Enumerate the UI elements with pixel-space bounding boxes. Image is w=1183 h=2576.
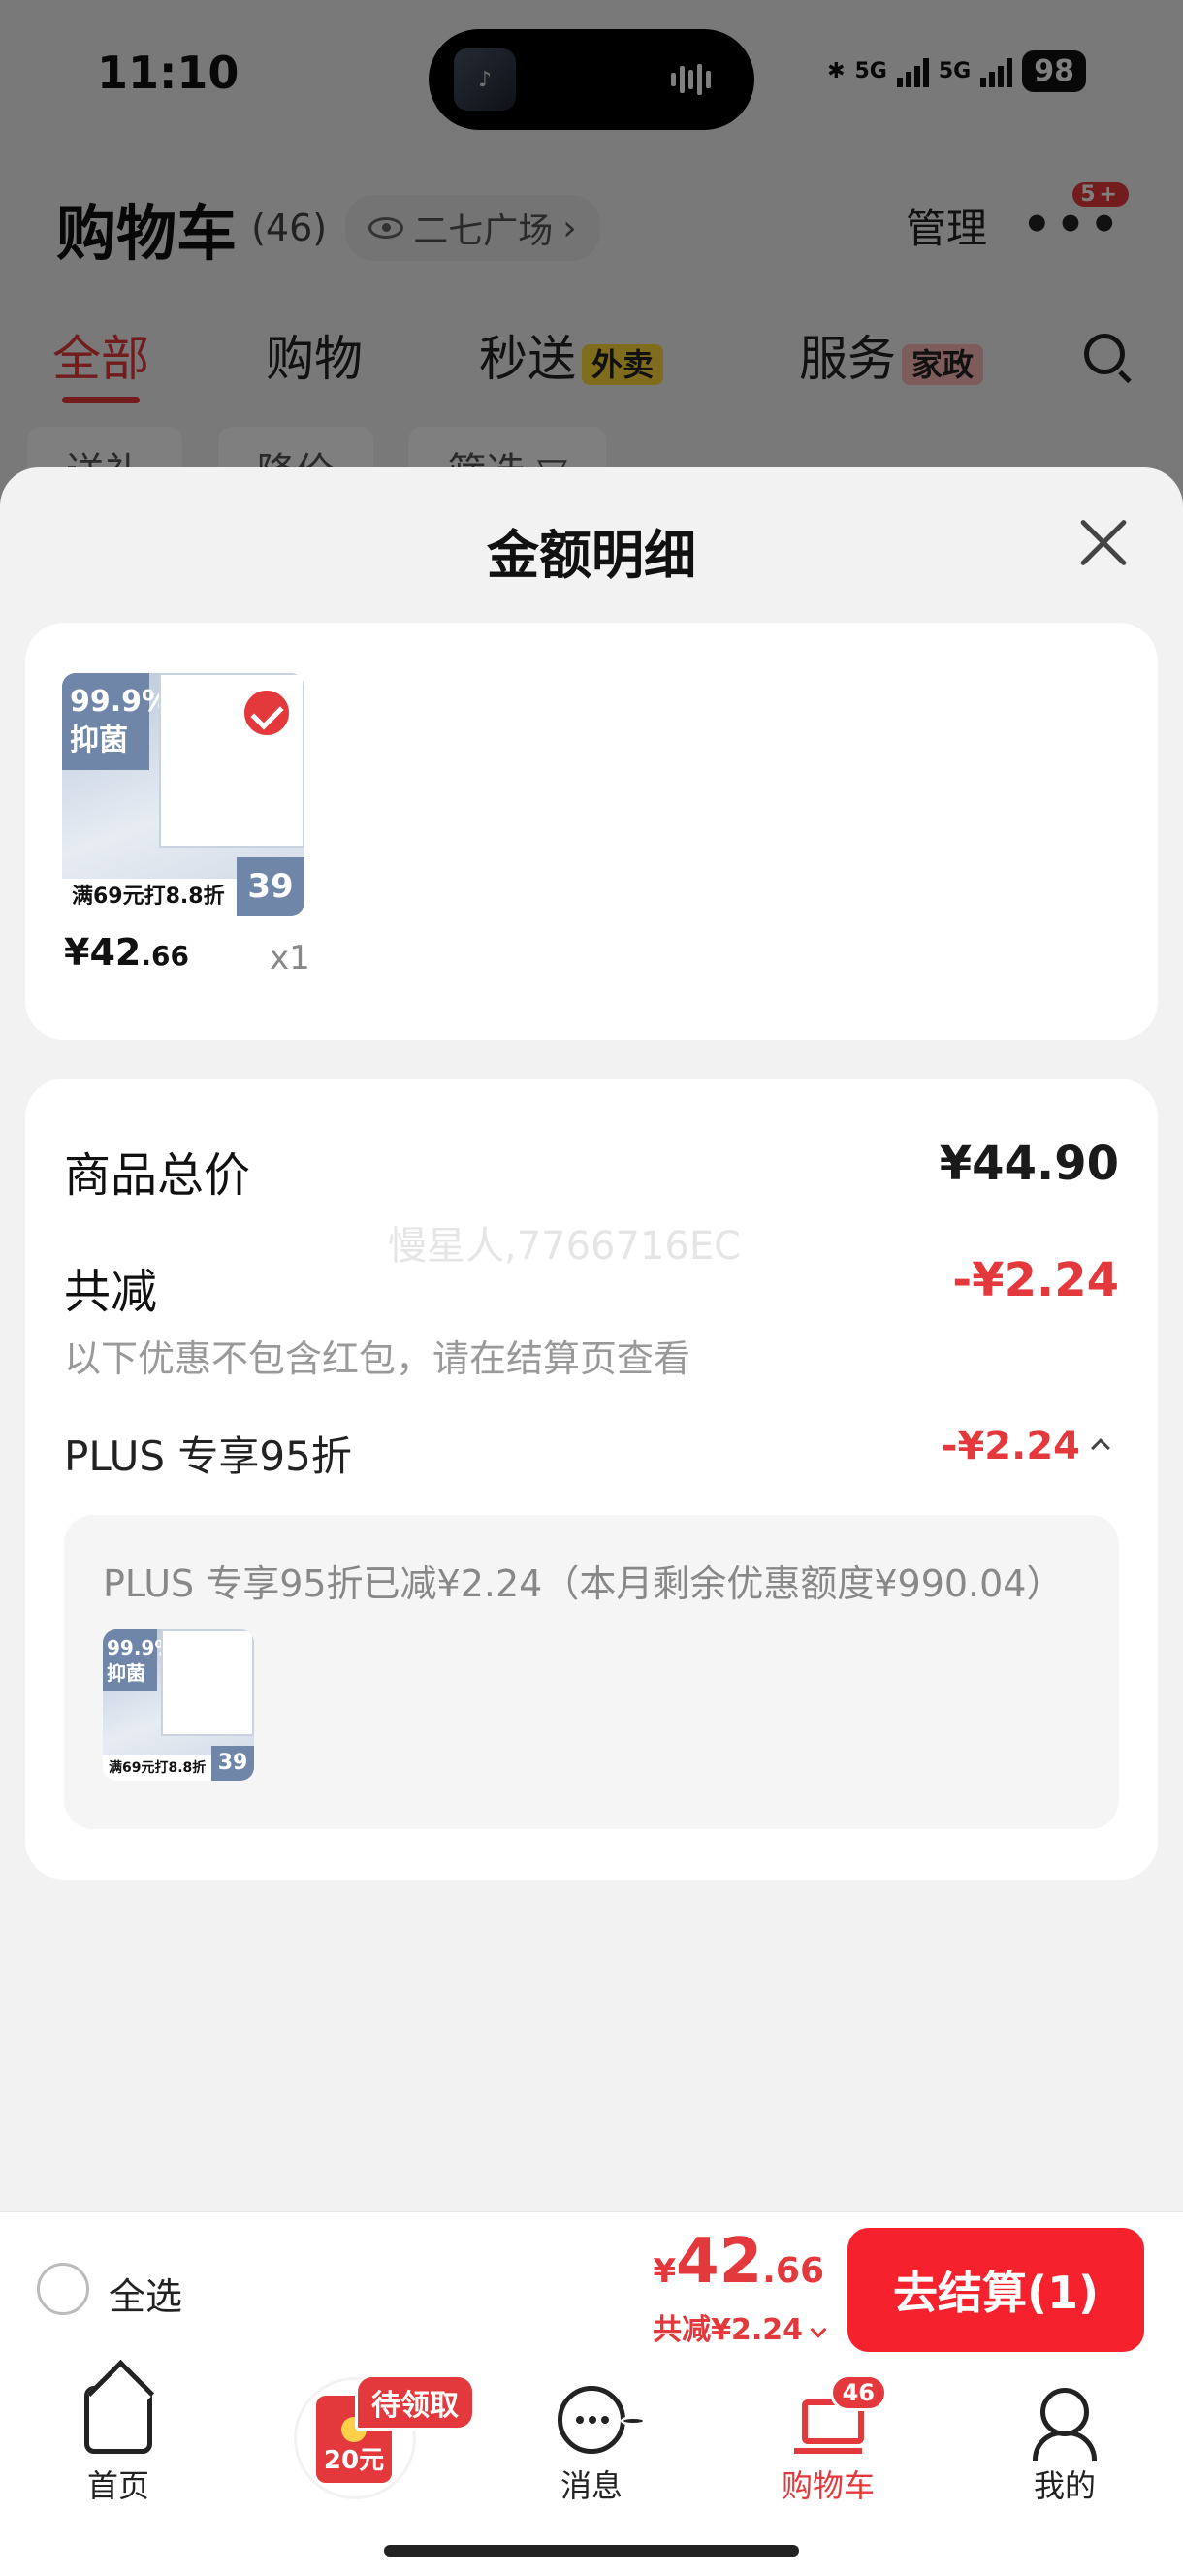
item-card: 99.9% 抑菌 满69元打8.8折 39 ¥42.66 x1 [25, 623, 1158, 1040]
plus-discount-label: PLUS 专享95折 [64, 1433, 352, 1480]
profile-icon [1031, 2386, 1099, 2461]
watermark: 慢星人,7766716EC [388, 1224, 742, 1269]
total-decimal: .66 [762, 2251, 824, 2291]
select-all-radio[interactable] [37, 2263, 89, 2315]
total-label: 商品总价 [64, 1148, 251, 1203]
modal-backdrop[interactable] [0, 0, 1183, 504]
chevron-up-icon [1091, 1438, 1110, 1458]
nav-home[interactable]: 首页 [41, 2386, 196, 2506]
product-price-tag: 39 [237, 857, 304, 916]
selected-check-icon[interactable] [240, 687, 293, 739]
item-price: ¥42.66 [64, 931, 189, 974]
nav-me[interactable]: 我的 [987, 2386, 1142, 2506]
thumb-pack [161, 1629, 254, 1736]
nav-cart-label: 购物车 [781, 2467, 875, 2504]
checkout-button[interactable]: 去结算(1) [847, 2228, 1144, 2352]
thumb-promo-strip: 满69元打8.8折 [103, 1755, 211, 1781]
currency-symbol: ¥ [653, 2252, 677, 2291]
item-price-dec: .66 [141, 940, 189, 972]
thumb-badge: 99.9% 抑菌 [103, 1629, 174, 1691]
chevron-down-icon [810, 2321, 827, 2338]
red-packet-amount: 20元 [323, 2446, 385, 2475]
close-icon[interactable] [1076, 516, 1131, 570]
item-quantity: x1 [270, 939, 310, 978]
home-icon [84, 2386, 152, 2454]
discount-value: -¥2.24 [952, 1253, 1119, 1307]
item-price-int: ¥42 [64, 931, 142, 974]
nav-home-label: 首页 [86, 2467, 149, 2504]
checkout-bar: 全选 ¥42.66 共减¥2.24 去结算(1) [0, 2211, 1183, 2367]
product-badge: 99.9% 抑菌 [62, 673, 171, 770]
cart-badge: 46 [829, 2374, 887, 2411]
plus-discount-value: -¥2.24 [941, 1424, 1080, 1468]
messages-badge: 5+ [621, 2416, 669, 2448]
message-icon: 5+ [558, 2386, 669, 2454]
select-all-label[interactable]: 全选 [109, 2267, 182, 2320]
nav-messages[interactable]: 5+ 消息 [514, 2386, 669, 2506]
nav-cart[interactable]: 46 购物车 [751, 2374, 906, 2506]
product-promo-strip: 满69元打8.8折 [62, 879, 237, 916]
plus-discount-toggle[interactable]: -¥2.24 [941, 1424, 1110, 1468]
price-breakdown-card: 商品总价 ¥44.90 共减 -¥2.24 以下优惠不包含红包，请在结算页查看 … [25, 1079, 1158, 1880]
nav-me-label: 我的 [1033, 2467, 1096, 2504]
home-indicator [384, 2545, 799, 2557]
product-thumbnail: 99.9% 抑菌 满69元打8.8折 39 [103, 1629, 254, 1781]
plus-detail-text: PLUS 专享95折已减¥2.24（本月剩余优惠额度¥990.04） [103, 1562, 1064, 1605]
discount-note: 以下优惠不包含红包，请在结算页查看 [64, 1337, 691, 1380]
saved-amount-toggle[interactable]: 共减¥2.24 [653, 2305, 827, 2348]
nav-messages-label: 消息 [560, 2467, 623, 2504]
cart-icon: 46 [794, 2374, 887, 2454]
plus-discount-detail: PLUS 专享95折已减¥2.24（本月剩余优惠额度¥990.04） 99.9%… [64, 1515, 1119, 1829]
pending-claim-badge[interactable]: 待领取 [355, 2374, 475, 2431]
sheet-title: 金额明细 [487, 525, 696, 586]
total-integer: 42 [676, 2226, 763, 2298]
total-value: ¥44.90 [939, 1137, 1119, 1191]
checkout-total: ¥42.66 [653, 2226, 824, 2298]
discount-label: 共减 [64, 1265, 158, 1319]
saved-amount: 共减¥2.24 [653, 2313, 803, 2347]
thumb-price-tag: 39 [211, 1746, 254, 1781]
